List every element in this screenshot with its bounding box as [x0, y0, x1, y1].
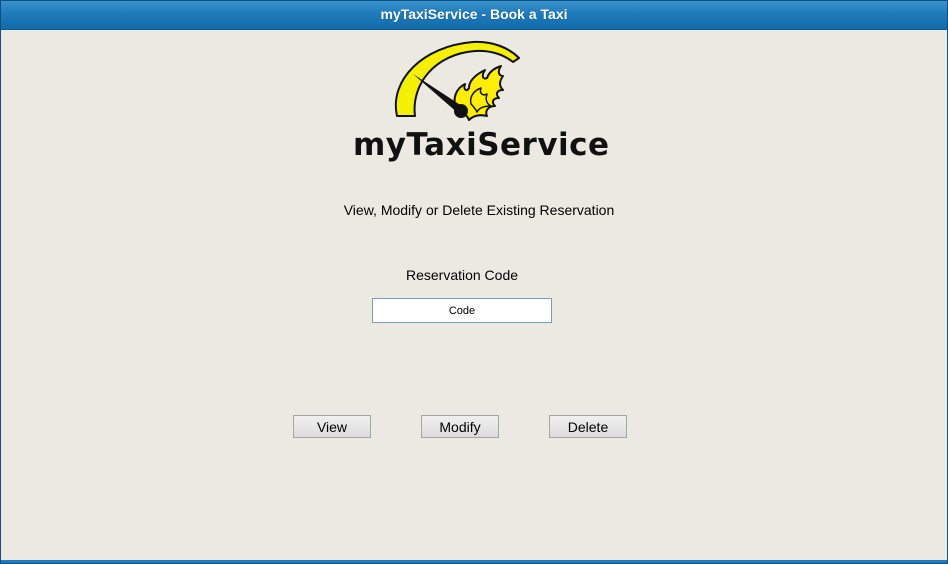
- logo-wordmark: myTaxiService: [353, 127, 610, 163]
- window-titlebar[interactable]: myTaxiService - Book a Taxi: [1, 1, 947, 30]
- client-area: myTaxiService View, Modify or Delete Exi…: [1, 30, 947, 561]
- window-title: myTaxiService - Book a Taxi: [380, 6, 568, 22]
- modify-button[interactable]: Modify: [421, 415, 499, 438]
- window-bottom-border: [1, 560, 947, 563]
- app-window: myTaxiService - Book a Taxi myTaxiServic…: [0, 0, 948, 564]
- page-subtitle: View, Modify or Delete Existing Reservat…: [343, 202, 615, 218]
- reservation-code-label: Reservation Code: [405, 267, 519, 283]
- reservation-code-input[interactable]: [372, 298, 552, 323]
- view-button[interactable]: View: [293, 415, 371, 438]
- delete-button[interactable]: Delete: [549, 415, 627, 438]
